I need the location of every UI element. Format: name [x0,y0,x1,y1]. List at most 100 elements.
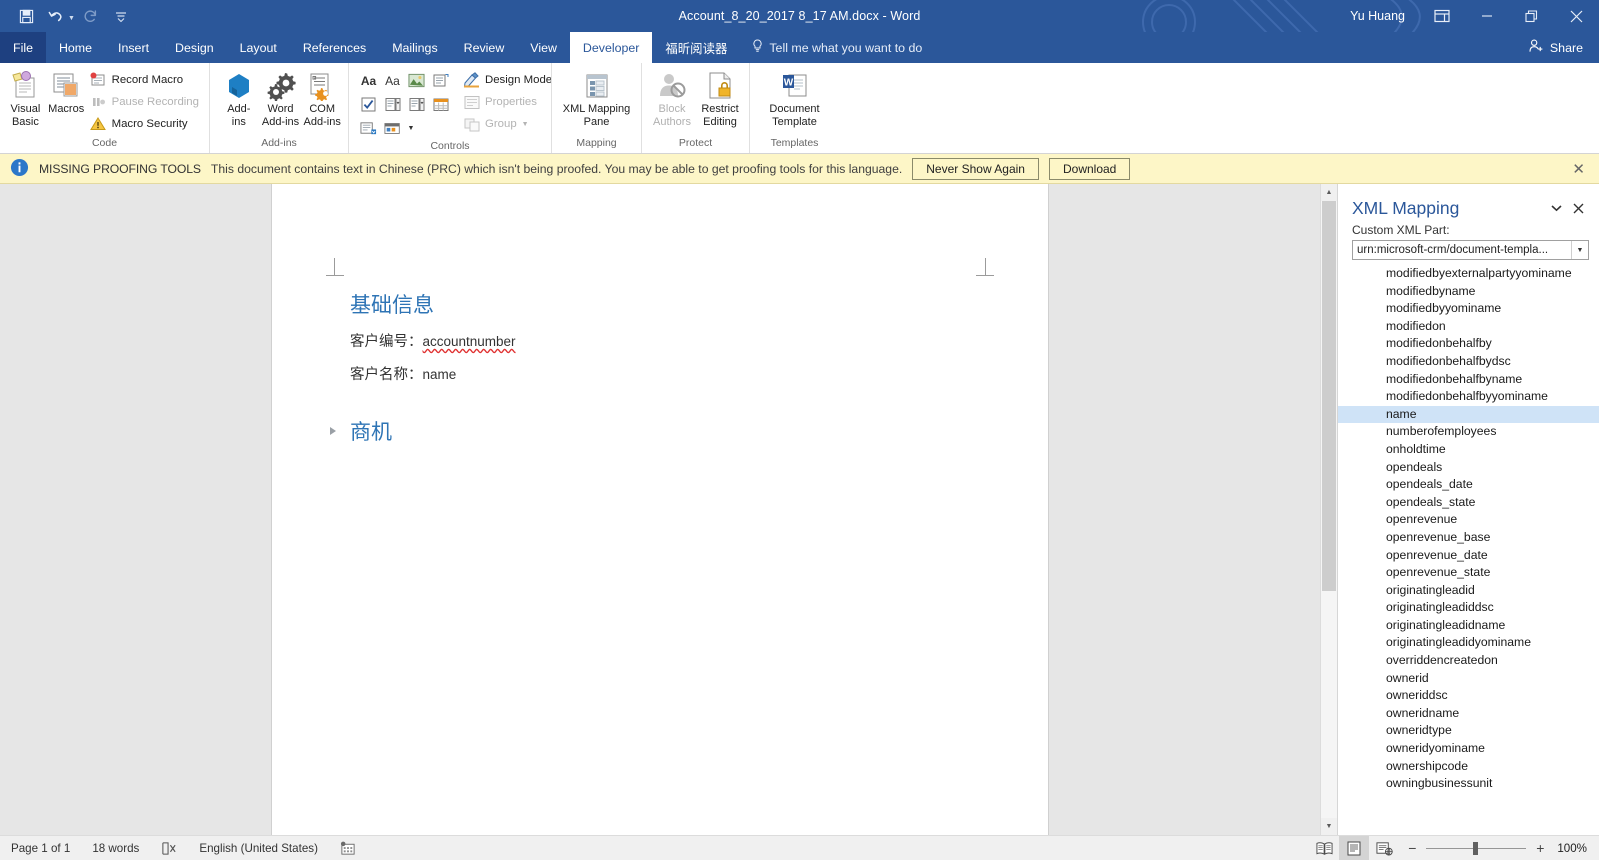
visual-basic-button[interactable]: Visual Basic [5,67,46,128]
list-item[interactable]: openrevenue [1338,511,1599,529]
document-vertical-scrollbar[interactable]: ▲ ▼ [1320,184,1337,835]
list-item[interactable]: modifiedbyyominame [1338,300,1599,318]
zoom-in-button[interactable]: + [1533,840,1547,856]
custom-xml-part-dropdown[interactable]: urn:microsoft-crm/document-templa... ▼ [1352,240,1589,260]
tab-review[interactable]: Review [451,32,518,63]
tab-view[interactable]: View [517,32,570,63]
tell-me-search[interactable]: Tell me what you want to do [740,32,934,63]
picture-content-control-icon[interactable] [405,69,428,92]
pane-options-chevron-down-icon[interactable] [1545,198,1567,218]
macro-recording-icon[interactable] [329,836,367,860]
legacy-tools-dropdown-caret[interactable]: ▼ [405,117,417,140]
document-template-button[interactable]: W Document Template [756,67,834,128]
download-button[interactable]: Download [1048,157,1131,180]
web-layout-view-button[interactable] [1369,836,1399,860]
language-status[interactable]: English (United States) [188,836,329,860]
field-account-name-value[interactable]: name [423,367,457,382]
list-item[interactable]: owneriddsc [1338,687,1599,705]
scrollbar-track[interactable] [1321,201,1337,818]
restrict-editing-button[interactable]: Restrict Editing [696,67,744,128]
read-mode-view-button[interactable] [1309,836,1339,860]
list-item[interactable]: overriddencreatedon [1338,652,1599,670]
pane-close-icon[interactable] [1567,198,1589,218]
drop-down-list-content-control-icon[interactable] [405,93,428,116]
macros-button[interactable]: Macros [46,67,87,116]
list-item[interactable]: owneridtype [1338,722,1599,740]
customize-quick-access-toolbar-icon[interactable] [107,3,135,29]
list-item[interactable]: onholdtime [1338,441,1599,459]
share-button[interactable]: Share [1513,32,1599,63]
zoom-slider-thumb[interactable] [1473,841,1479,855]
list-item[interactable]: modifiedbyname [1338,283,1599,301]
addins-button[interactable]: Add- ins [218,67,260,128]
list-item[interactable]: owningbusinessunit [1338,775,1599,793]
list-item[interactable]: modifiedonbehalfby [1338,335,1599,353]
save-icon[interactable] [12,3,40,29]
zoom-level-label[interactable]: 100% [1557,842,1599,855]
tab-layout[interactable]: Layout [227,32,290,63]
list-item[interactable]: modifiedonbehalfbyname [1338,371,1599,389]
tab-mailings[interactable]: Mailings [379,32,450,63]
list-item[interactable]: openrevenue_date [1338,547,1599,565]
checkbox-content-control-icon[interactable] [357,93,380,116]
user-account[interactable]: Yu Huang [1336,9,1419,23]
never-show-again-button[interactable]: Never Show Again [912,157,1039,180]
maximize-restore-button[interactable] [1509,0,1554,32]
list-item[interactable]: ownerid [1338,670,1599,688]
list-item[interactable]: opendeals_state [1338,494,1599,512]
tab-design[interactable]: Design [162,32,227,63]
scroll-up-arrow[interactable]: ▲ [1321,184,1337,201]
xml-mapping-pane-button[interactable]: XML Mapping Pane [557,67,636,128]
list-item[interactable]: openrevenue_base [1338,529,1599,547]
com-addins-button[interactable]: COM Add-ins [301,67,343,128]
tab-insert[interactable]: Insert [105,32,162,63]
xml-element-tree[interactable]: modifiedbyexternalpartyyominame modified… [1338,264,1599,835]
field-account-number-value[interactable]: accountnumber [423,334,516,349]
minimize-button[interactable] [1464,0,1509,32]
list-item[interactable]: openrevenue_state [1338,564,1599,582]
plain-text-content-control-icon[interactable]: Aa [381,69,404,92]
list-item[interactable]: modifiedon [1338,318,1599,336]
word-count-status[interactable]: 18 words [81,836,150,860]
scroll-down-arrow[interactable]: ▼ [1321,818,1337,835]
record-macro-button[interactable]: Record Macro [87,69,204,91]
zoom-slider-track[interactable] [1426,841,1527,855]
proofing-errors-icon[interactable] [150,836,188,860]
tab-file[interactable]: File [0,32,46,63]
undo-icon[interactable] [42,3,70,29]
redo-icon[interactable] [77,3,105,29]
list-item[interactable]: ownershipcode [1338,758,1599,776]
rich-text-content-control-icon[interactable]: Aa [357,69,380,92]
undo-dropdown-caret[interactable]: ▼ [68,15,75,22]
design-mode-button[interactable]: Design Mode [460,69,557,91]
repeating-section-content-control-icon[interactable] [357,117,380,140]
tab-foxit-reader[interactable]: 福昕阅读器 [652,32,740,63]
list-item[interactable]: modifiedbyexternalpartyyominame [1338,265,1599,283]
legacy-tools-icon[interactable] [381,117,404,140]
ribbon-display-options-icon[interactable] [1419,0,1464,32]
date-picker-content-control-icon[interactable] [429,93,452,116]
tab-references[interactable]: References [290,32,379,63]
tab-home[interactable]: Home [46,32,105,63]
list-item[interactable]: opendeals_date [1338,476,1599,494]
list-item[interactable]: originatingleadidyominame [1338,634,1599,652]
dropdown-caret-icon[interactable]: ▼ [1571,241,1588,259]
list-item[interactable]: owneridname [1338,705,1599,723]
list-item[interactable]: originatingleadidname [1338,617,1599,635]
building-block-gallery-content-control-icon[interactable] [429,69,452,92]
list-item[interactable]: originatingleadiddsc [1338,599,1599,617]
tab-developer[interactable]: Developer [569,32,653,63]
list-item[interactable]: modifiedonbehalfbydsc [1338,353,1599,371]
word-addins-button[interactable]: Word Add-ins [260,67,302,128]
document-page[interactable]: 基础信息 客户编号：accountnumber 客户名称：name 商机 [272,184,1048,835]
close-button[interactable] [1554,0,1599,32]
combo-box-content-control-icon[interactable] [381,93,404,116]
list-item[interactable]: opendeals [1338,459,1599,477]
list-item[interactable]: modifiedonbehalfbyyominame [1338,388,1599,406]
message-bar-close-icon[interactable]: ✕ [1568,160,1589,178]
scrollbar-thumb[interactable] [1322,201,1336,591]
macro-security-button[interactable]: Macro Security [87,113,204,135]
zoom-out-button[interactable]: − [1405,840,1419,856]
list-item[interactable]: numberofemployees [1338,423,1599,441]
collapse-triangle-icon[interactable] [330,427,336,435]
